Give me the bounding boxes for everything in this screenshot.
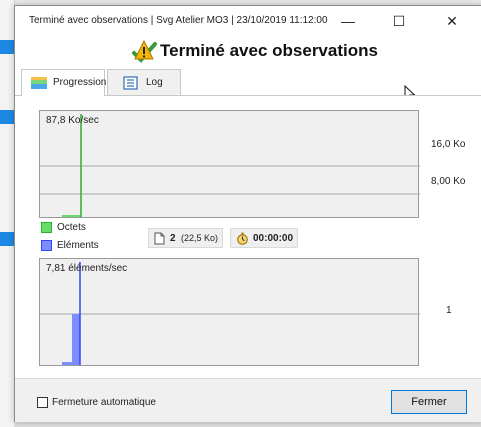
- backup-result-dialog: Terminé avec observations | Svg Atelier …: [14, 5, 481, 422]
- window-title: Terminé avec observations | Svg Atelier …: [29, 15, 328, 26]
- file-count-box: 2 (22,5 Ko): [148, 228, 223, 248]
- status-title: Terminé avec observations: [160, 41, 378, 60]
- bytes-rate-graph: 87,8 Ko/sec: [39, 110, 420, 218]
- elapsed-time: 00:00:00: [253, 233, 294, 244]
- tab-log[interactable]: Log: [107, 69, 181, 95]
- bytes-axis-label: 16,0 Ko: [431, 139, 466, 150]
- dialog-footer: Fermeture automatique Fermer: [15, 378, 481, 422]
- bytes-rate-label: 87,8 Ko/sec: [46, 115, 99, 126]
- file-icon: [154, 232, 165, 248]
- file-size: (22,5 Ko): [181, 233, 219, 243]
- tab-progression-label: Progression: [53, 77, 107, 88]
- minimize-button[interactable]: —: [328, 10, 368, 32]
- file-count: 2: [170, 233, 176, 244]
- legend-label-octets: Octets: [57, 222, 86, 233]
- maximize-button[interactable]: ☐: [379, 10, 419, 32]
- tab-log-label: Log: [146, 77, 163, 88]
- status-header: Terminé avec observations: [15, 39, 481, 63]
- warning-icon: [131, 39, 157, 63]
- elements-bar: [62, 362, 72, 365]
- bytes-bar: [62, 215, 81, 217]
- stopwatch-icon: [236, 232, 249, 248]
- progress-icon: [30, 76, 48, 90]
- background-accent: [0, 232, 14, 246]
- elements-rate-graph: 7,81 éléments/sec: [39, 258, 420, 366]
- close-button[interactable]: Fermer: [391, 390, 467, 414]
- elapsed-time-box: 00:00:00: [230, 228, 298, 248]
- legend-swatch-elements: [41, 240, 52, 251]
- bytes-axis-label: 8,00 Ko: [431, 176, 466, 187]
- elements-rate-label: 7,81 éléments/sec: [46, 263, 128, 274]
- tab-progression[interactable]: Progression: [21, 69, 107, 96]
- legend-swatch-octets: [41, 222, 52, 233]
- elements-axis-label: 1: [446, 305, 452, 316]
- tab-strip: Progression Log: [15, 69, 481, 96]
- background-accent: [0, 110, 14, 124]
- auto-close-checkbox[interactable]: [37, 397, 48, 408]
- title-bar[interactable]: Terminé avec observations | Svg Atelier …: [15, 6, 481, 36]
- log-icon: [122, 76, 140, 90]
- auto-close-label[interactable]: Fermeture automatique: [52, 397, 156, 408]
- close-window-button[interactable]: ✕: [432, 10, 472, 32]
- elements-bar: [72, 314, 80, 365]
- background-accent: [0, 40, 14, 54]
- progression-panel: 87,8 Ko/sec 16,0 Ko 8,00 Ko Octets Eléme…: [15, 95, 481, 376]
- background-app-strip: [0, 0, 15, 427]
- legend-label-elements: Eléments: [57, 240, 99, 251]
